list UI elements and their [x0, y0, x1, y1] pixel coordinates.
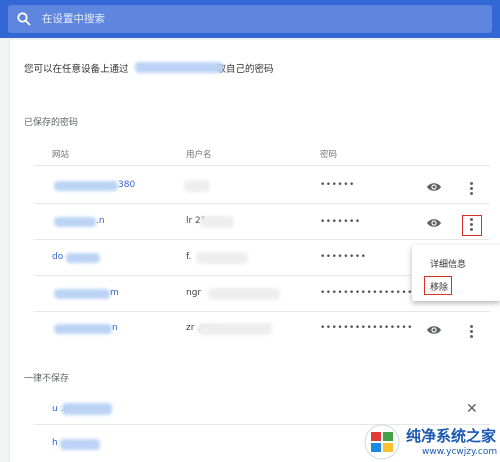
row-divider: [34, 239, 490, 240]
saved-passwords-title: 已保存的密码: [24, 118, 79, 128]
search-icon: [17, 12, 31, 26]
menu-item-details[interactable]: 详细信息: [430, 257, 466, 270]
row-divider: [34, 203, 490, 204]
redacted-username: [184, 180, 210, 192]
eye-icon[interactable]: [426, 324, 442, 336]
watermark: 纯净系统之家 www.ycwjzy.com: [364, 422, 500, 462]
redacted-site: [54, 181, 118, 191]
row-username: f.: [186, 252, 192, 262]
redacted-site: [54, 217, 96, 227]
watermark-title: 纯净系统之家: [406, 427, 497, 445]
redacted-site: [54, 289, 110, 299]
row-site[interactable]: .n: [96, 216, 105, 226]
redacted-username: [208, 288, 280, 300]
row-site[interactable]: do: [52, 252, 63, 262]
watermark-url: www.ycwjzy.com: [422, 447, 498, 457]
redacted-site: [54, 324, 112, 334]
row-username: ngr: [186, 288, 202, 298]
redacted-site: [60, 439, 100, 450]
highlight-box: [462, 215, 482, 236]
close-icon[interactable]: ✕: [466, 400, 478, 417]
never-saved-title: 一律不保存: [24, 374, 70, 384]
column-header-username: 用户名: [186, 150, 212, 160]
redacted-site: [62, 403, 112, 415]
row-site[interactable]: n: [112, 323, 118, 333]
redacted-link: [135, 62, 223, 73]
eye-icon[interactable]: [426, 217, 442, 229]
highlight-box: [424, 276, 452, 295]
column-header-site: 网站: [52, 150, 70, 160]
search-box[interactable]: [8, 5, 492, 33]
windows-logo-icon: [364, 424, 400, 460]
row-divider: [34, 275, 410, 276]
more-vert-icon[interactable]: [466, 180, 476, 196]
row-site[interactable]: 380: [118, 180, 135, 190]
redacted-username: [198, 323, 272, 335]
search-input[interactable]: [42, 9, 462, 29]
intro-suffix: 取自己的密码: [216, 64, 274, 75]
row-site[interactable]: m: [110, 288, 119, 298]
header-divider: [34, 165, 490, 166]
eye-icon[interactable]: [426, 181, 442, 193]
row-password: ••••••: [320, 180, 355, 190]
redacted-site: [66, 253, 100, 263]
redacted-username: [196, 252, 248, 264]
never-site[interactable]: h: [52, 438, 58, 448]
row-password: ••••••••••••••••: [320, 288, 413, 298]
row-password: •••••••: [320, 217, 361, 227]
row-password: ••••••••: [320, 252, 367, 262]
top-toolbar: [0, 0, 500, 38]
row-password: ••••••••••••••••: [320, 323, 413, 333]
column-header-password: 密码: [320, 150, 338, 160]
more-vert-icon[interactable]: [466, 323, 476, 339]
intro-prefix: 您可以在任意设备上通过: [24, 64, 129, 75]
row-divider: [34, 311, 490, 312]
redacted-username: [200, 216, 234, 228]
